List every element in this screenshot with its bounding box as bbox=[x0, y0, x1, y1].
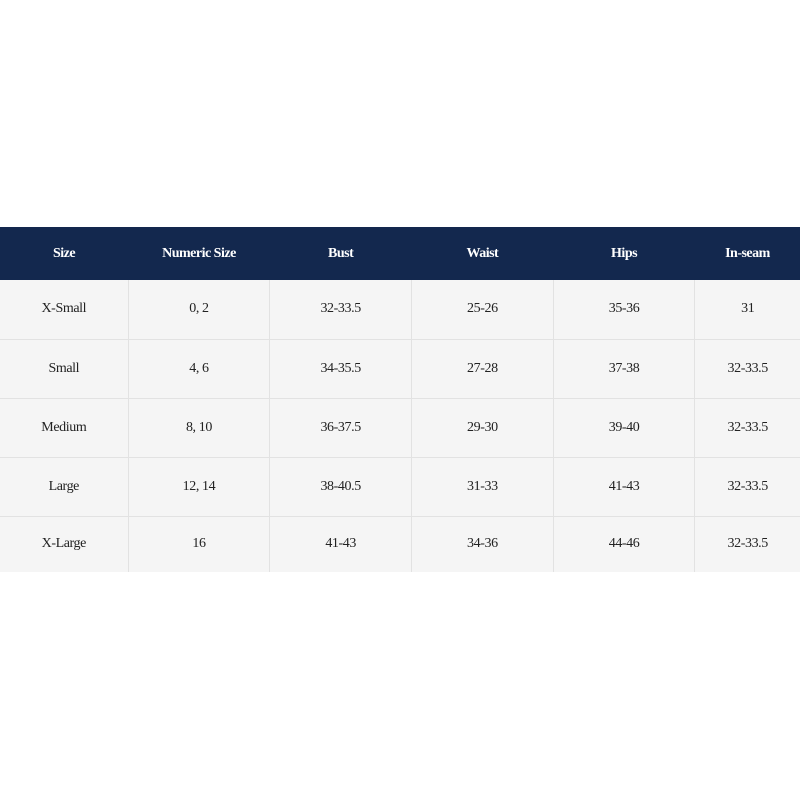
size-chart-header: Size Numeric Size Bust Waist Hips In-sea… bbox=[0, 227, 800, 280]
column-header-size: Size bbox=[52, 245, 76, 261]
cell-size: X-Small bbox=[0, 280, 129, 340]
cell-hips: 35-36 bbox=[553, 280, 696, 340]
table-row: Small 4, 6 34-35.5 27-28 37-38 32-33.5 bbox=[0, 339, 800, 399]
cell-bust: 34-35.5 bbox=[269, 339, 412, 399]
column-header-in-seam: In-seam bbox=[725, 245, 770, 261]
cell-bust: 41-43 bbox=[269, 516, 412, 572]
cell-waist: 34-36 bbox=[411, 516, 554, 572]
cell-in-seam: 32-33.5 bbox=[694, 457, 800, 517]
cell-numeric-size: 4, 6 bbox=[128, 339, 271, 399]
column-header-bust: Bust bbox=[328, 245, 354, 261]
cell-in-seam: 31 bbox=[694, 280, 800, 340]
cell-waist: 29-30 bbox=[411, 398, 554, 458]
cell-hips: 41-43 bbox=[553, 457, 696, 517]
cell-size: Small bbox=[0, 339, 129, 399]
cell-waist: 25-26 bbox=[411, 280, 554, 340]
cell-in-seam: 32-33.5 bbox=[727, 536, 769, 552]
cell-hips: 39-40 bbox=[553, 398, 696, 458]
column-header-numeric-size: Numeric Size bbox=[162, 245, 236, 261]
cell-hips: 44-46 bbox=[553, 516, 696, 572]
cell-hips: 37-38 bbox=[553, 339, 696, 399]
cell-numeric-size: 0, 2 bbox=[128, 280, 271, 340]
cell-bust: 38-40.5 bbox=[269, 457, 412, 517]
header-row: Size Numeric Size Bust Waist Hips In-sea… bbox=[0, 227, 800, 280]
cell-waist: 27-28 bbox=[411, 339, 554, 399]
column-header-waist: Waist bbox=[466, 245, 499, 261]
cell-numeric-size: 12, 14 bbox=[128, 457, 271, 517]
cell-bust: 36-37.5 bbox=[269, 398, 412, 458]
cell-waist: 31-33 bbox=[411, 457, 554, 517]
table-row: X-Large 16 41-43 34-36 44-46 32-33.5 bbox=[0, 516, 800, 572]
cell-size: Large bbox=[0, 457, 129, 517]
cell-numeric-size: 16 bbox=[128, 516, 271, 572]
page: Size Numeric Size Bust Waist Hips In-sea… bbox=[0, 0, 800, 800]
cell-in-seam: 32-33.5 bbox=[694, 398, 800, 458]
cell-size: X-Large bbox=[0, 516, 129, 572]
table-row: Medium 8, 10 36-37.5 29-30 39-40 32-33.5 bbox=[0, 398, 800, 458]
table-row: X-Small 0, 2 32-33.5 25-26 35-36 31 bbox=[0, 280, 800, 340]
cell-size: Medium bbox=[0, 398, 129, 458]
column-header-hips: Hips bbox=[611, 245, 638, 261]
size-chart-table: Size Numeric Size Bust Waist Hips In-sea… bbox=[0, 227, 800, 572]
cell-in-seam: 32-33.5 bbox=[694, 339, 800, 399]
cell-bust: 32-33.5 bbox=[269, 280, 412, 340]
size-chart-body: X-Small 0, 2 32-33.5 25-26 35-36 31 Smal… bbox=[0, 280, 800, 572]
cell-numeric-size: 8, 10 bbox=[128, 398, 271, 458]
table-row: Large 12, 14 38-40.5 31-33 41-43 32-33.5 bbox=[0, 457, 800, 517]
